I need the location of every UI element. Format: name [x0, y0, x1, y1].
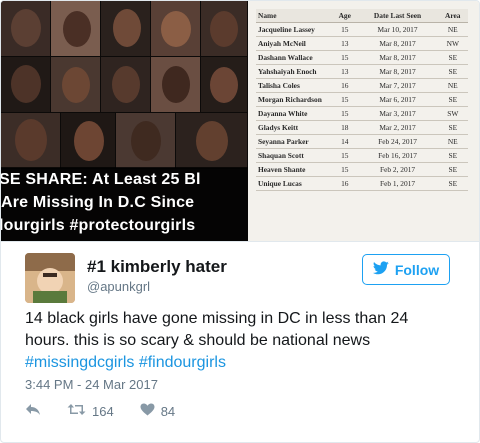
table-row: Dayanna White 15 Mar 3, 2017 SW — [256, 106, 468, 121]
table-cell-date: Mar 8, 2017 — [357, 36, 438, 51]
table-row: Shaquan Scott 15 Feb 16, 2017 SE — [256, 148, 468, 163]
missing-girls-table: Name Age Date Last Seen Area Jacqueline … — [256, 9, 468, 191]
table-cell-area: SE — [437, 120, 468, 135]
banner-line-2: Are Missing In D.C Since — [1, 194, 195, 211]
table-header-name: Name — [256, 9, 332, 23]
table-cell-date: Feb 16, 2017 — [357, 148, 438, 163]
tweet-media[interactable]: SE SHARE: At Least 25 Bl Are Missing In … — [1, 1, 479, 242]
table-cell-date: Feb 2, 2017 — [357, 162, 438, 177]
table-row: Unique Lucas 16 Feb 1, 2017 SE — [256, 176, 468, 191]
table-row: Dashann Wallace 15 Mar 8, 2017 SE — [256, 50, 468, 65]
heart-icon — [140, 403, 155, 419]
tweet-actions: 164 84 — [25, 403, 201, 419]
banner-line-1: SE SHARE: At Least 25 Bl — [1, 171, 201, 188]
table-row: Talisha Coles 16 Mar 7, 2017 NE — [256, 78, 468, 93]
table-row: Yahshaiyah Enoch 13 Mar 8, 2017 SE — [256, 64, 468, 79]
table-cell-name: Talisha Coles — [256, 78, 332, 93]
table-row: Seyanna Parker 14 Feb 24, 2017 NE — [256, 134, 468, 149]
user-handle[interactable]: @apunkgrl — [87, 279, 150, 294]
follow-label: Follow — [394, 261, 440, 278]
table-cell-area: NE — [437, 134, 468, 149]
table-header-date: Date Last Seen — [357, 9, 438, 23]
table-cell-name: Dayanna White — [256, 106, 332, 121]
table-body: Jacqueline Lassey 15 Mar 10, 2017 NE Aniyah … — [256, 22, 468, 191]
table-cell-age: 15 — [332, 148, 358, 163]
reply-button[interactable] — [25, 403, 41, 419]
follow-button[interactable]: Follow — [362, 254, 450, 285]
table-row: Jacqueline Lassey 15 Mar 10, 2017 NE — [256, 22, 468, 37]
like-count: 84 — [160, 403, 176, 419]
table-cell-area: NW — [437, 36, 468, 51]
table-cell-date: Mar 8, 2017 — [357, 64, 438, 79]
twitter-bird-icon — [372, 261, 389, 278]
avatar[interactable] — [25, 253, 75, 303]
table-cell-age: 15 — [332, 22, 358, 37]
table-cell-date: Mar 6, 2017 — [357, 92, 438, 107]
table-cell-name: Yahshaiyah Enoch — [256, 64, 332, 79]
tweet-hashtags[interactable]: #missingdcgirls #findourgirls — [25, 354, 226, 371]
table-cell-age: 16 — [332, 78, 358, 93]
missing-girls-table-image[interactable]: Name Age Date Last Seen Area Jacqueline … — [248, 1, 479, 241]
table-cell-name: Dashann Wallace — [256, 50, 332, 65]
table-row: Heaven Shante 15 Feb 2, 2017 SE — [256, 162, 468, 177]
table-cell-name: Morgan Richardson — [256, 92, 332, 107]
table-cell-age: 15 — [332, 50, 358, 65]
table-cell-area: NE — [437, 78, 468, 93]
table-cell-date: Mar 7, 2017 — [357, 78, 438, 93]
like-button[interactable]: 84 — [140, 403, 175, 419]
tweet-text: 14 black girls have gone missing in DC i… — [25, 308, 445, 374]
table-cell-name: Shaquan Scott — [256, 148, 332, 163]
table-cell-date: Feb 24, 2017 — [357, 134, 438, 149]
retweet-button[interactable]: 164 — [67, 403, 114, 419]
table-cell-date: Mar 2, 2017 — [357, 120, 438, 135]
banner-line-3: lourgirls #protectourgirls — [1, 217, 196, 234]
retweet-count: 164 — [92, 403, 114, 419]
table-cell-name: Unique Lucas — [256, 176, 332, 191]
table-row: Aniyah McNeil 13 Mar 8, 2017 NW — [256, 36, 468, 51]
table-cell-area: SE — [437, 92, 468, 107]
table-cell-name: Seyanna Parker — [256, 134, 332, 149]
display-name[interactable]: #1 kimberly hater — [87, 257, 227, 277]
table-cell-name: Gladys Keitt — [256, 120, 332, 135]
table-cell-age: 16 — [332, 176, 358, 191]
table-cell-date: Mar 3, 2017 — [357, 106, 438, 121]
table-cell-date: Feb 1, 2017 — [357, 176, 438, 191]
reply-icon — [25, 403, 41, 419]
table-cell-area: SE — [437, 50, 468, 65]
table-header-area: Area — [437, 9, 468, 23]
table-cell-age: 13 — [332, 64, 358, 79]
table-row: Morgan Richardson 15 Mar 6, 2017 SE — [256, 92, 468, 107]
tweet-card: SE SHARE: At Least 25 Bl Are Missing In … — [0, 0, 480, 443]
tweet-body: 14 black girls have gone missing in DC i… — [25, 310, 409, 349]
table-cell-name: Heaven Shante — [256, 162, 332, 177]
table-cell-area: SE — [437, 148, 468, 163]
table-cell-age: 15 — [332, 162, 358, 177]
table-cell-area: SE — [437, 162, 468, 177]
table-header-age: Age — [332, 9, 358, 23]
table-cell-name: Jacqueline Lassey — [256, 22, 332, 37]
table-cell-area: SE — [437, 176, 468, 191]
table-cell-age: 14 — [332, 134, 358, 149]
table-cell-age: 15 — [332, 106, 358, 121]
table-cell-age: 18 — [332, 120, 358, 135]
table-cell-area: NE — [437, 22, 468, 37]
table-row: Gladys Keitt 18 Mar 2, 2017 SE — [256, 120, 468, 135]
table-cell-age: 15 — [332, 92, 358, 107]
table-cell-date: Mar 10, 2017 — [357, 22, 438, 37]
table-cell-area: SE — [437, 64, 468, 79]
tweet-timestamp[interactable]: 3:44 PM - 24 Mar 2017 — [25, 377, 158, 392]
table-cell-name: Aniyah McNeil — [256, 36, 332, 51]
table-cell-date: Mar 8, 2017 — [357, 50, 438, 65]
retweet-icon — [67, 403, 86, 419]
table-cell-age: 13 — [332, 36, 358, 51]
missing-girls-collage-image[interactable]: SE SHARE: At Least 25 Bl Are Missing In … — [1, 1, 248, 241]
table-cell-area: SW — [437, 106, 468, 121]
